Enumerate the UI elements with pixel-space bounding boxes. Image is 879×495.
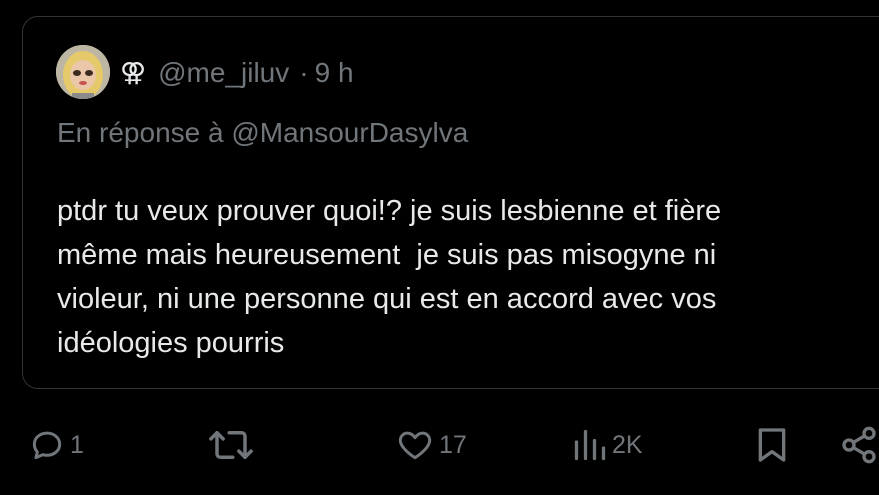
avatar-image [56,45,110,99]
post-text-line: violeur, ni une personne qui est en acco… [57,283,717,315]
avatar[interactable] [56,45,110,99]
post-text-line: ptdr tu veux prouver quoi!? je suis lesb… [57,195,722,227]
reply-button[interactable]: 1 [28,420,84,470]
bookmark-button[interactable] [752,420,792,470]
share-icon [842,426,876,464]
user-symbol: ⚢ [120,58,147,88]
post-text-line: idéologies pourris [57,327,285,359]
repost-icon [209,431,253,459]
separator-dot: · [299,57,309,88]
reply-to-label[interactable]: En réponse à @MansourDasylva [57,117,468,149]
share-button[interactable] [839,420,879,470]
views-icon [574,429,606,461]
post-time[interactable]: 9 h [315,57,354,89]
action-bar: 1 17 2K [0,420,879,470]
repost-button[interactable] [206,420,260,470]
views-count: 2K [612,430,643,459]
bookmark-icon [758,428,786,462]
quoted-post-card[interactable]: ⚢ @me_jiluv · 9 h En réponse à @MansourD… [22,16,879,389]
views-button[interactable]: 2K [572,420,643,470]
like-count: 17 [439,430,467,459]
user-handle[interactable]: @me_jiluv [158,57,289,89]
like-button[interactable]: 17 [395,420,467,470]
post-text: ptdr tu veux prouver quoi!? je suis lesb… [57,189,857,365]
reply-icon [32,431,62,460]
reply-count: 1 [70,430,84,459]
post-text-line: même mais heureusement je suis pas misog… [57,239,717,271]
heart-icon [398,431,432,460]
post-header: ⚢ @me_jiluv · 9 h [120,57,354,89]
